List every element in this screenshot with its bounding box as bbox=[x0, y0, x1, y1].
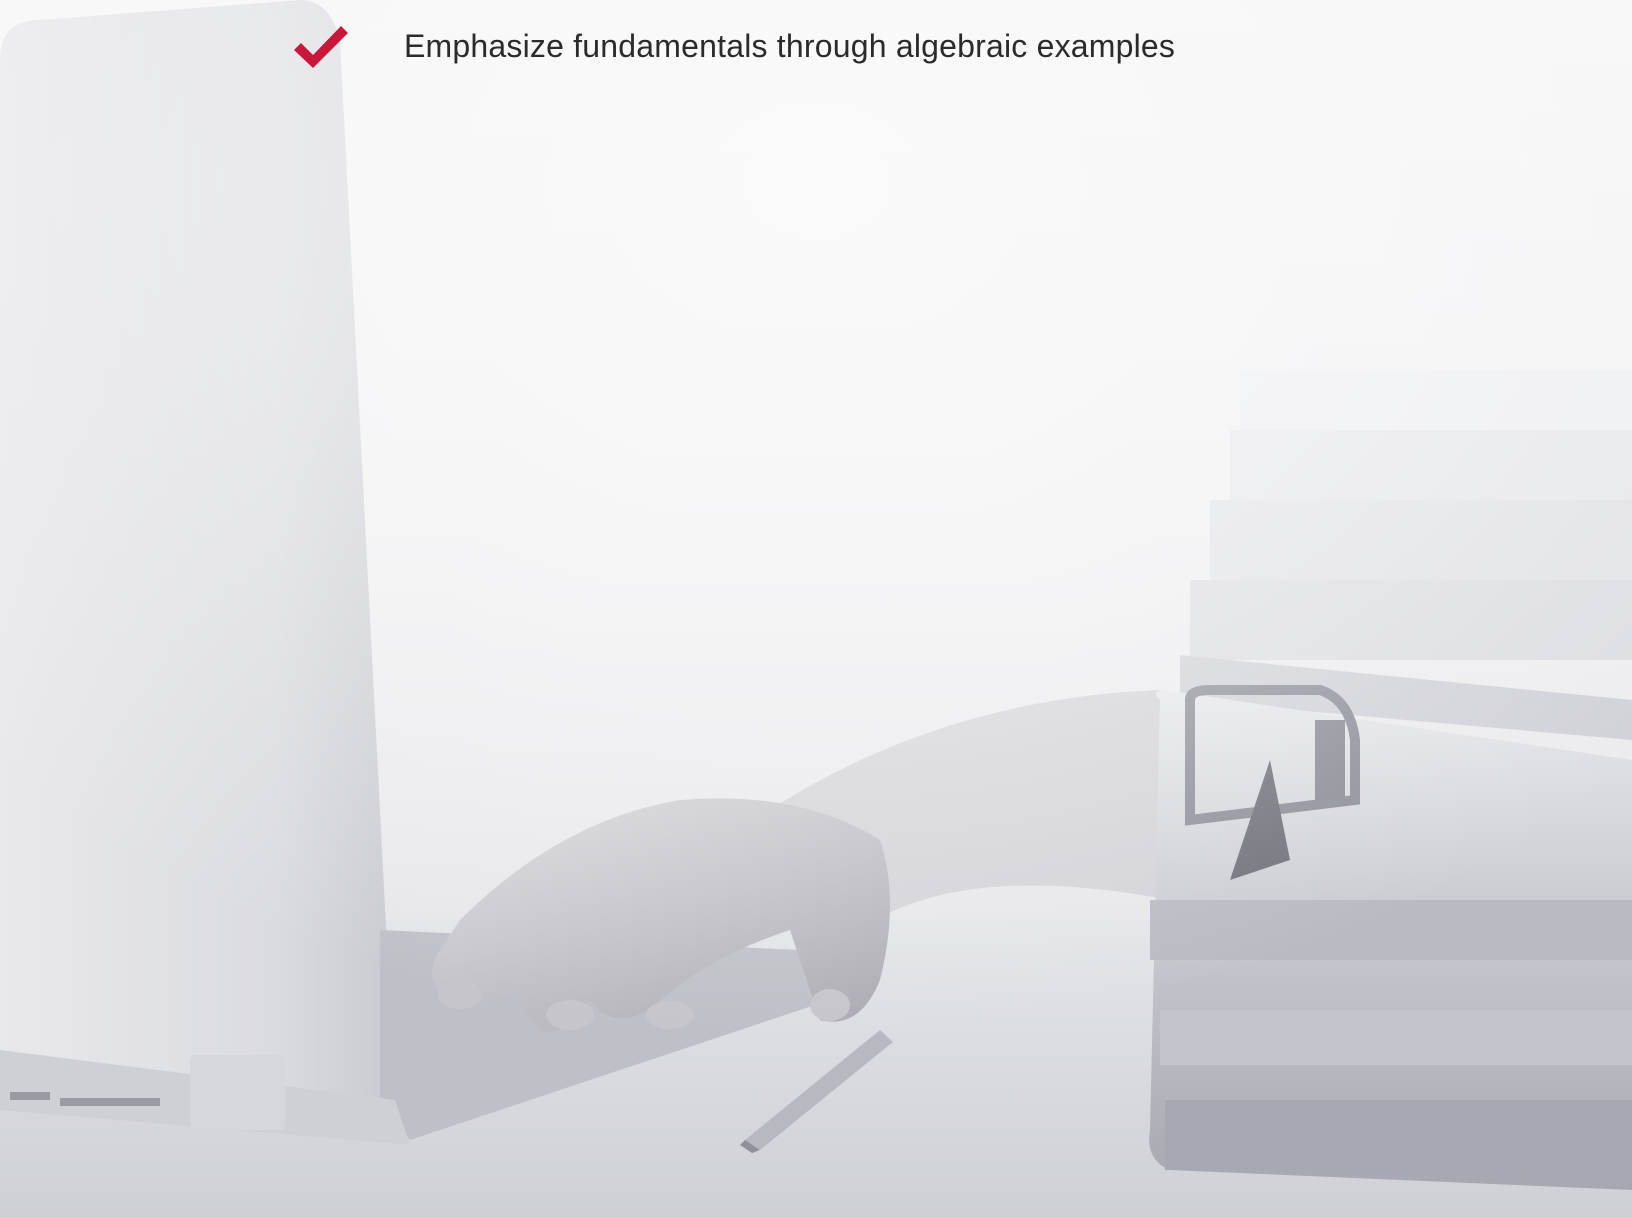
bullet-item: Emphasize fundamentals through algebraic… bbox=[0, 0, 1632, 100]
checkmark-icon bbox=[294, 26, 348, 68]
background-photo bbox=[0, 0, 1632, 1217]
slide-page: Emphasize fundamentals through algebraic… bbox=[0, 0, 1632, 1217]
bullet-text: Emphasize fundamentals through algebraic… bbox=[404, 28, 1176, 64]
